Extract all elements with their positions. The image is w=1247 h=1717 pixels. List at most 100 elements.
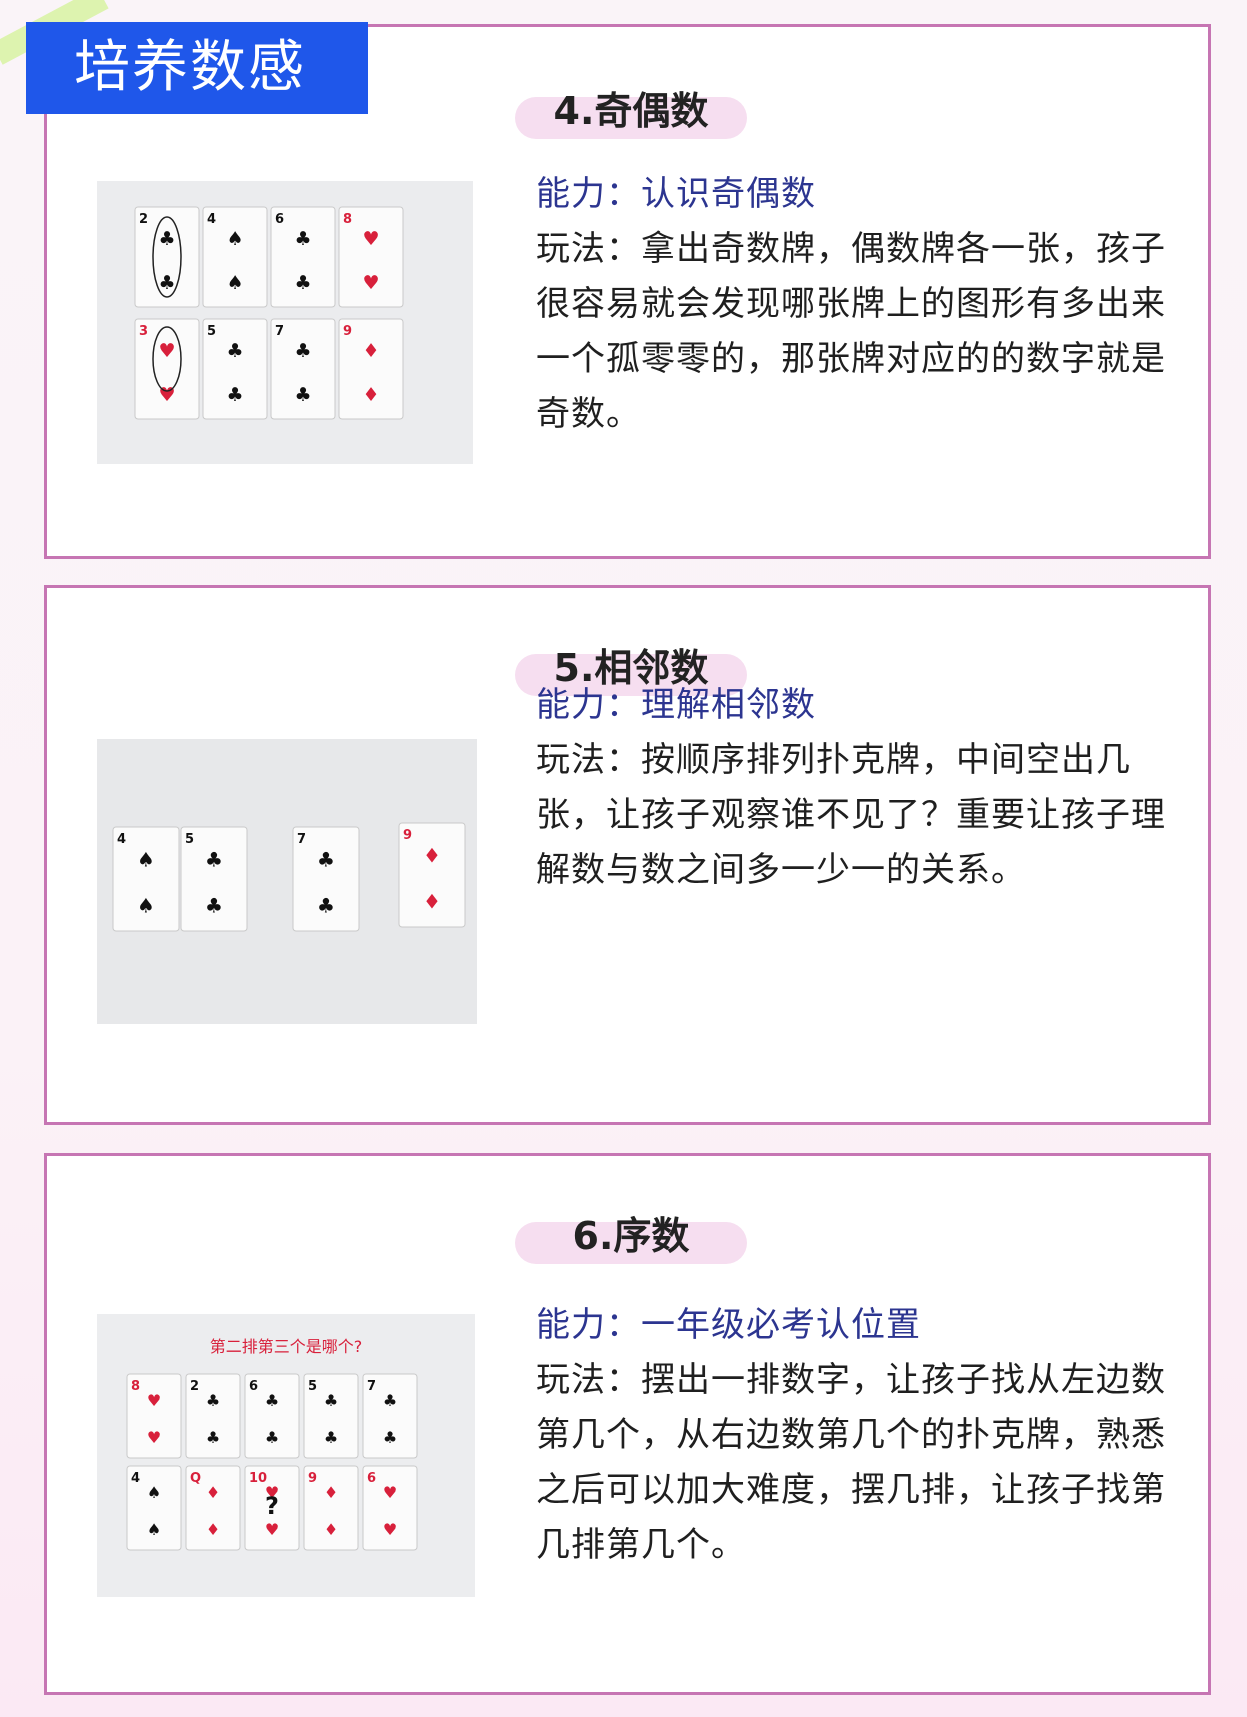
svg-text:♣: ♣ [324,1428,338,1447]
svg-text:♣: ♣ [226,384,243,406]
svg-text:♦: ♦ [362,384,379,406]
playing-card: 8 ♥ ♥ [126,1373,182,1459]
section-card-ordinal-numbers: 6.序数 第二排第三个是哪个? 8 ♥ ♥ 2 ♣ ♣ 6 ♣ ♣ 5 ♣ ♣ 7 ♣ ♣ 4 ♠ ♠ Q ♦ ♦ 10 ♥ ♥… [44,1153,1211,1695]
section-title: 6.序数 [515,1217,747,1264]
playing-card: 5 ♣ ♣ [202,318,268,420]
svg-text:♦: ♦ [423,889,441,913]
svg-text:♥: ♥ [362,272,379,294]
ordinal-cards-image: 第二排第三个是哪个?8♥♥2♣♣6♣♣5♣♣7♣♣4♠♠Q♦♦10♥♥9♦♦6♥… [97,1314,475,1597]
svg-text:6: 6 [249,1379,258,1394]
method-text: 玩法：摆出一排数字，让孩子找从左边数第几个，从右边数第几个的扑克牌，熟悉之后可以… [536,1360,1166,1565]
svg-text:♣: ♣ [317,848,335,872]
svg-text:8: 8 [131,1379,140,1394]
playing-card: Q ♦ ♦ [185,1465,241,1551]
playing-card: 2 ♣ ♣ [134,206,200,308]
svg-text:♥: ♥ [383,1520,397,1539]
svg-text:3: 3 [139,324,148,339]
svg-text:7: 7 [275,324,284,339]
svg-text:♣: ♣ [324,1391,338,1410]
playing-card: 6 ♣ ♣ [270,206,336,308]
question-mark: ? [265,1492,279,1520]
playing-card: 5 ♣ ♣ [180,826,248,932]
svg-text:4: 4 [117,832,126,847]
svg-text:♠: ♠ [147,1520,161,1539]
svg-text:♣: ♣ [294,228,311,250]
svg-text:♣: ♣ [294,272,311,294]
page-title: 培养数感 [74,35,306,100]
svg-text:♣: ♣ [383,1391,397,1410]
svg-text:♦: ♦ [362,340,379,362]
playing-card: 9 ♦ ♦ [303,1465,359,1551]
odd-even-cards-photo: 2 ♣ ♣ 4 ♠ ♠ 6 ♣ ♣ 8 ♥ ♥ 3 ♥ ♥ 5 ♣ ♣ 7 ♣ ♣ 9 ♦ ♦ [97,181,473,464]
section-description: 能力：一年级必考认位置 玩法：摆出一排数字，让孩子找从左边数第几个，从右边数第几… [536,1298,1176,1573]
svg-text:♣: ♣ [265,1428,279,1447]
svg-text:9: 9 [343,324,352,339]
page: 4.奇偶数 2 ♣ ♣ 4 ♠ ♠ 6 ♣ ♣ 8 ♥ ♥ 3 ♥ ♥ 5 ♣ ♣ 7 ♣ ♣ 9 ♦ ♦ 能力：认识奇偶数 … [0,0,1247,1717]
ability-text: 能力：一年级必考认位置 [536,1305,921,1345]
svg-text:♥: ♥ [147,1391,161,1410]
method-text: 玩法：按顺序排列扑克牌，中间空出几张，让孩子观察谁不见了？重要让孩子理解数与数之… [536,740,1166,890]
svg-text:♣: ♣ [294,340,311,362]
svg-text:♣: ♣ [294,384,311,406]
svg-text:♥: ♥ [362,228,379,250]
svg-text:♠: ♠ [226,228,243,250]
svg-text:♦: ♦ [206,1520,220,1539]
playing-card: 4 ♠ ♠ [112,826,180,932]
svg-text:♦: ♦ [324,1483,338,1502]
svg-text:6: 6 [367,1471,376,1486]
svg-text:6: 6 [275,212,284,227]
svg-text:8: 8 [343,212,352,227]
adjacent-cards-photo: 4 ♠ ♠ 5 ♣ ♣ 7 ♣ ♣ 9 ♦ ♦ [97,739,477,1024]
playing-card: 3♥♥ [134,318,200,420]
svg-text:2: 2 [190,1379,199,1394]
playing-card: 4 ♠ ♠ [202,206,268,308]
svg-text:♠: ♠ [137,893,155,917]
svg-text:♦: ♦ [206,1483,220,1502]
playing-card: 9 ♦ ♦ [398,822,466,928]
svg-text:♠: ♠ [137,848,155,872]
header-badge: 培养数感 [26,22,368,114]
section-description: 能力：理解相邻数 玩法：按顺序排列扑克牌，中间空出几张，让孩子观察谁不见了？重要… [536,678,1176,898]
svg-text:♥: ♥ [383,1483,397,1502]
odd-even-cards-image: 2♣♣4♠♠6♣♣8♥♥3♥♥5♣♣7♣♣9♦♦ [97,181,473,464]
playing-card: 7 ♣ ♣ [292,826,360,932]
section-title: 4.奇偶数 [515,92,747,139]
svg-text:5: 5 [207,324,216,339]
ordinal-cards-photo: 第二排第三个是哪个? 8 ♥ ♥ 2 ♣ ♣ 6 ♣ ♣ 5 ♣ ♣ 7 ♣ ♣ 4 ♠ ♠ Q ♦ ♦ 10 ♥ ♥ 9 ♦ ♦ 6 ♥… [97,1314,475,1597]
svg-text:4: 4 [207,212,216,227]
svg-text:4: 4 [131,1471,140,1486]
adjacent-cards-image: 4 ♠ ♠ 5 ♣ ♣ 7 ♣ ♣ 9 ♦ ♦ [97,739,477,1024]
ability-text: 能力：认识奇偶数 [536,174,816,214]
svg-text:♣: ♣ [158,228,175,250]
svg-text:♣: ♣ [383,1428,397,1447]
svg-text:♣: ♣ [205,848,223,872]
svg-text:2: 2 [139,212,148,227]
section-card-adjacent-numbers: 5.相邻数 4 ♠ ♠ 5 ♣ ♣ 7 ♣ ♣ 9 ♦ ♦ 能力：理解相邻数 玩法：按顺序排列扑克牌，… [44,585,1211,1125]
playing-card: 5 ♣ ♣ [303,1373,359,1459]
playing-card: 8 ♥ ♥ [338,206,404,308]
svg-text:♣: ♣ [206,1428,220,1447]
svg-text:5: 5 [185,832,194,847]
svg-text:♣: ♣ [158,272,175,294]
svg-text:♥: ♥ [147,1428,161,1447]
svg-text:7: 7 [367,1379,376,1394]
section-description: 能力：认识奇偶数 玩法：拿出奇数牌，偶数牌各一张，孩子很容易就会发现哪张牌上的图… [536,167,1176,442]
photo-caption: 第二排第三个是哪个? [210,1337,363,1356]
playing-card: 7 ♣ ♣ [362,1373,418,1459]
playing-card: 6 ♣ ♣ [244,1373,300,1459]
svg-text:♦: ♦ [324,1520,338,1539]
svg-text:Q: Q [190,1471,201,1486]
svg-text:9: 9 [308,1471,317,1486]
playing-card: 9 ♦ ♦ [338,318,404,420]
playing-card: 7 ♣ ♣ [270,318,336,420]
playing-card: 4 ♠ ♠ [126,1465,182,1551]
svg-text:♠: ♠ [226,272,243,294]
method-text: 玩法：拿出奇数牌，偶数牌各一张，孩子很容易就会发现哪张牌上的图形有多出来一个孤零… [536,229,1166,434]
svg-text:♣: ♣ [265,1391,279,1410]
svg-text:♦: ♦ [423,844,441,868]
svg-text:♣: ♣ [317,893,335,917]
svg-text:♣: ♣ [205,893,223,917]
svg-text:♠: ♠ [147,1483,161,1502]
playing-card: 2 ♣ ♣ [185,1373,241,1459]
svg-text:♣: ♣ [206,1391,220,1410]
